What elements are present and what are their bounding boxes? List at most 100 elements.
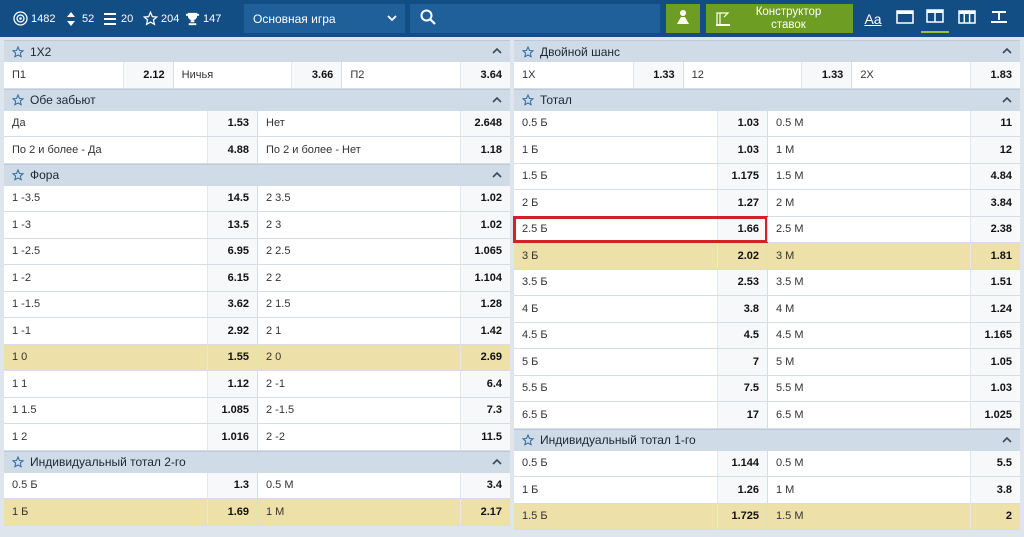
odds-cell[interactable]: 6.5 М 1.025 <box>767 402 1020 428</box>
favorite-star-icon[interactable] <box>12 169 24 181</box>
favorite-star-icon[interactable] <box>522 434 534 446</box>
trophy-count[interactable]: 147 <box>184 0 221 37</box>
odds-cell[interactable]: П1 2.12 <box>4 62 173 88</box>
market-header[interactable]: Фора <box>4 163 510 186</box>
odds-cell[interactable]: 1 1.5 1.085 <box>4 397 257 423</box>
favorite-star-icon[interactable] <box>12 456 24 468</box>
odds-cell[interactable]: 1 Б 1.03 <box>514 137 767 163</box>
odds-cell[interactable]: По 2 и более - Нет 1.18 <box>257 137 510 163</box>
odds-cell[interactable]: 1 М 12 <box>767 137 1020 163</box>
odds-cell[interactable]: 5.5 М 1.03 <box>767 375 1020 401</box>
chevron-up-icon[interactable] <box>492 457 502 467</box>
odds-cell[interactable]: 5 М 1.05 <box>767 349 1020 375</box>
market-header[interactable]: Обе забьют <box>4 88 510 111</box>
search-button[interactable] <box>410 4 660 33</box>
chevron-up-icon[interactable] <box>492 46 502 56</box>
odds-cell[interactable]: 1.5 Б 1.725 <box>514 503 767 529</box>
chevron-up-icon[interactable] <box>1002 435 1012 445</box>
odds-cell[interactable]: 2 1.5 1.28 <box>257 291 510 317</box>
odds-cell[interactable]: 2.5 М 2.38 <box>767 216 1020 242</box>
odds-cell[interactable]: 0.5 Б 1.144 <box>514 450 767 476</box>
odds-cell[interactable]: 0.5 М 11 <box>767 110 1020 136</box>
odds-cell[interactable]: 3.5 М 1.51 <box>767 269 1020 295</box>
odds-cell[interactable]: 1 -3.5 14.5 <box>4 185 257 211</box>
collapse-markets-button[interactable] <box>985 4 1013 33</box>
game-type-select[interactable]: Основная игра <box>244 4 405 33</box>
odds-cell[interactable]: 2 -2 11.5 <box>257 424 510 450</box>
odds-cell[interactable]: 3 М 1.81 <box>767 243 1020 269</box>
odds-cell[interactable]: 1.5 Б 1.175 <box>514 163 767 189</box>
odds-cell[interactable]: 2 1 1.42 <box>257 318 510 344</box>
odds-cell[interactable]: Ничья 3.66 <box>172 62 342 88</box>
odds-cell[interactable]: 2 -1 6.4 <box>257 371 510 397</box>
odds-cell[interactable]: 2 -1.5 7.3 <box>257 397 510 423</box>
odds-cell[interactable]: 4.5 Б 4.5 <box>514 322 767 348</box>
odds-cell[interactable]: Да 1.53 <box>4 110 257 136</box>
odds-cell[interactable]: 2 2 1.104 <box>257 265 510 291</box>
odds-cell[interactable]: П2 3.64 <box>341 62 510 88</box>
odds-cell[interactable]: 4 М 1.24 <box>767 296 1020 322</box>
odds-cell[interactable]: 1.5 М 4.84 <box>767 163 1020 189</box>
favorite-star-icon[interactable] <box>522 94 534 106</box>
bet-builder-button[interactable]: Конструктор ставок <box>706 4 853 33</box>
odds-cell[interactable]: 1.5 М 2 <box>767 503 1020 529</box>
layout-three-columns-button[interactable] <box>953 4 981 33</box>
odds-cell[interactable]: 1 -2 6.15 <box>4 265 257 291</box>
live-count[interactable]: 1482 <box>12 0 55 37</box>
odds-cell[interactable]: 12 1.33 <box>682 62 852 88</box>
odds-cell[interactable]: 1Х 1.33 <box>514 62 683 88</box>
odds-cell[interactable]: 2 3 1.02 <box>257 212 510 238</box>
odds-cell[interactable]: 4.5 М 1.165 <box>767 322 1020 348</box>
chevron-up-icon[interactable] <box>1002 95 1012 105</box>
favorite-star-icon[interactable] <box>12 94 24 106</box>
market-header[interactable]: 1Х2 <box>4 40 510 62</box>
odds-cell[interactable]: 5.5 Б 7.5 <box>514 375 767 401</box>
odds-cell[interactable]: 0.5 М 3.4 <box>257 472 510 498</box>
odds-cell[interactable]: 0.5 М 5.5 <box>767 450 1020 476</box>
odds-cell[interactable]: 2 М 3.84 <box>767 190 1020 216</box>
coupon-button[interactable] <box>666 4 700 33</box>
market-header[interactable]: Индивидуальный тотал 2-го <box>4 450 510 473</box>
odds-cell[interactable]: 2Х 1.83 <box>851 62 1020 88</box>
favorite-star-icon[interactable] <box>522 45 534 58</box>
odds-cell[interactable]: 1 -3 13.5 <box>4 212 257 238</box>
odds-cell[interactable]: 2 0 2.69 <box>257 344 510 370</box>
odds-cell[interactable]: 0.5 Б 1.03 <box>514 110 767 136</box>
odds-cell[interactable]: 1 Б 1.69 <box>4 499 257 525</box>
odds-cell[interactable]: 2 2.5 1.065 <box>257 238 510 264</box>
odds-cell-selected[interactable]: 2.5 Б 1.66 <box>513 215 768 243</box>
chevron-up-icon[interactable] <box>1002 46 1012 56</box>
market-header[interactable]: Двойной шанс <box>514 40 1020 62</box>
odds-cell[interactable]: По 2 и более - Да 4.88 <box>4 137 257 163</box>
odds-cell[interactable]: 1 0 1.55 <box>4 344 257 370</box>
bars-count[interactable]: 20 <box>102 0 133 37</box>
odds-cell[interactable]: 2 Б 1.27 <box>514 190 767 216</box>
odds-cell[interactable]: 3 Б 2.02 <box>514 243 767 269</box>
layout-single-button[interactable] <box>891 4 919 33</box>
market-header[interactable]: Индивидуальный тотал 1-го <box>514 428 1020 451</box>
odds-cell[interactable]: 1 1 1.12 <box>4 371 257 397</box>
odds-cell[interactable]: Нет 2.648 <box>257 110 510 136</box>
odds-cell[interactable]: 0.5 Б 1.3 <box>4 472 257 498</box>
layout-two-columns-button[interactable] <box>921 4 949 33</box>
odds-cell[interactable]: 1 2 1.016 <box>4 424 257 450</box>
font-size-button[interactable]: Aa <box>859 4 887 33</box>
market-header[interactable]: Тотал <box>514 88 1020 111</box>
odds-cell[interactable]: 1 -1 2.92 <box>4 318 257 344</box>
odds-cell[interactable]: 1 М 2.17 <box>257 499 510 525</box>
odds-cell[interactable]: 1 -1.5 3.62 <box>4 291 257 317</box>
favorites-count[interactable]: 204 <box>142 0 179 37</box>
updown-count[interactable]: 52 <box>63 0 94 37</box>
odds-cell[interactable]: 1 -2.5 6.95 <box>4 238 257 264</box>
chevron-up-icon[interactable] <box>492 95 502 105</box>
odds-cell[interactable]: 4 Б 3.8 <box>514 296 767 322</box>
odds-cell[interactable]: 2 3.5 1.02 <box>257 185 510 211</box>
favorite-star-icon[interactable] <box>12 45 24 58</box>
odds-cell[interactable]: 5 Б 7 <box>514 349 767 375</box>
chevron-up-icon[interactable] <box>492 170 502 180</box>
odds-cell[interactable]: 1 М 3.8 <box>767 477 1020 503</box>
outcome-label: 0.5 М <box>776 117 804 130</box>
odds-cell[interactable]: 3.5 Б 2.53 <box>514 269 767 295</box>
odds-cell[interactable]: 1 Б 1.26 <box>514 477 767 503</box>
odds-cell[interactable]: 6.5 Б 17 <box>514 402 767 428</box>
